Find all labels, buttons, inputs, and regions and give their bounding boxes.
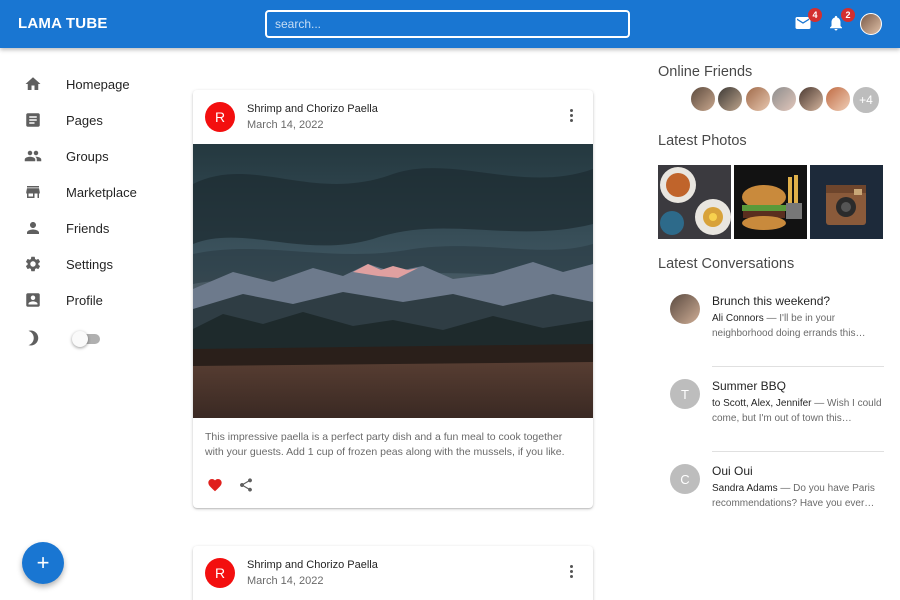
photo-thumbnail[interactable] (734, 165, 807, 239)
app-bar: LAMA TUBE 4 2 (0, 0, 900, 48)
photo-thumbnail[interactable] (810, 165, 883, 239)
conversation-preview: Ali Connors — I'll be in your neighborho… (712, 311, 884, 341)
mail-badge: 4 (808, 8, 822, 22)
conversation-preview: to Scott, Alex, Jennifer — Wish I could … (712, 396, 884, 426)
friend-avatar[interactable] (689, 85, 717, 113)
sidebar-item-pages[interactable]: Pages (0, 105, 170, 135)
settings-icon (24, 255, 42, 273)
latest-photos-title: Latest Photos (658, 133, 747, 149)
conversation-title: Summer BBQ (712, 379, 787, 393)
more-vert-icon[interactable] (565, 563, 577, 581)
post-actions (193, 460, 593, 508)
sidebar-item-label: Pages (66, 112, 103, 128)
group-icon (24, 147, 42, 165)
mail-button[interactable]: 4 (794, 8, 822, 34)
post-image (193, 144, 593, 418)
sidebar-item-label: Groups (66, 148, 109, 164)
photo-thumbnail[interactable] (658, 165, 731, 239)
conversation-avatar (670, 294, 700, 324)
sidebar-item-label: Settings (66, 256, 113, 272)
add-post-button[interactable]: + (22, 542, 64, 584)
dark-mode-switch[interactable] (72, 331, 102, 347)
post-title: Shrimp and Chorizo Paella (247, 103, 378, 115)
post-header: R Shrimp and Chorizo Paella March 14, 20… (193, 546, 593, 600)
search-box[interactable] (265, 10, 630, 38)
person-icon (24, 219, 42, 237)
post-header: R Shrimp and Chorizo Paella March 14, 20… (193, 90, 593, 144)
conversation-sender: Sandra Adams (712, 483, 778, 494)
search-input[interactable] (267, 12, 628, 36)
post-avatar[interactable]: R (205, 102, 235, 132)
sidebar-item-label: Marketplace (66, 184, 137, 200)
post-date: March 14, 2022 (247, 119, 324, 131)
home-icon (24, 75, 42, 93)
notifications-badge: 2 (841, 8, 855, 22)
online-friends-title: Online Friends (658, 64, 753, 80)
switch-thumb (72, 331, 88, 347)
sidebar-item-groups[interactable]: Groups (0, 141, 170, 171)
more-friends-avatar[interactable]: +4 (851, 85, 881, 115)
friend-avatar[interactable] (770, 85, 798, 113)
friend-avatar[interactable] (744, 85, 772, 113)
sidebar-item-homepage[interactable]: Homepage (0, 69, 170, 99)
post-date: March 14, 2022 (247, 575, 324, 587)
share-icon[interactable] (238, 477, 254, 493)
post-avatar[interactable]: R (205, 558, 235, 588)
sidebar-item-profile[interactable]: Profile (0, 285, 170, 315)
friend-avatar[interactable] (716, 85, 744, 113)
conversation-sender: Ali Connors (712, 313, 764, 324)
divider (712, 451, 884, 452)
sidebar-item-settings[interactable]: Settings (0, 249, 170, 279)
sidebar-item-friends[interactable]: Friends (0, 213, 170, 243)
sidebar-item-label: Profile (66, 292, 103, 308)
favorite-icon[interactable] (207, 477, 223, 493)
post-text: This impressive paella is a perfect part… (205, 431, 565, 458)
article-icon (24, 111, 42, 129)
dark-mode-row (0, 323, 170, 353)
notifications-button[interactable]: 2 (827, 8, 855, 34)
sidebar-item-label: Friends (66, 220, 110, 236)
account-box-icon (24, 291, 42, 309)
conversation-avatar: C (670, 464, 700, 494)
friend-avatar[interactable] (797, 85, 825, 113)
conversation-sender: to Scott, Alex, Jennifer (712, 398, 812, 409)
friend-avatar[interactable] (824, 85, 852, 113)
latest-conversations-title: Latest Conversations (658, 256, 795, 272)
divider (712, 366, 884, 367)
conversation-title: Brunch this weekend? (712, 294, 831, 308)
conversation-avatar: T (670, 379, 700, 409)
account-avatar[interactable] (860, 13, 882, 35)
sidebar-item-marketplace[interactable]: Marketplace (0, 177, 170, 207)
storefront-icon (24, 183, 42, 201)
dark-mode-icon (24, 329, 42, 347)
post-card: R Shrimp and Chorizo Paella March 14, 20… (193, 546, 593, 600)
app-logo[interactable]: LAMA TUBE (18, 15, 108, 32)
post-card: R Shrimp and Chorizo Paella March 14, 20… (193, 90, 593, 508)
more-vert-icon[interactable] (565, 107, 577, 125)
sidebar-item-label: Homepage (66, 76, 130, 92)
post-title: Shrimp and Chorizo Paella (247, 559, 378, 571)
conversation-preview: Sandra Adams — Do you have Paris recomme… (712, 481, 884, 511)
conversation-title: Oui Oui (712, 464, 753, 478)
